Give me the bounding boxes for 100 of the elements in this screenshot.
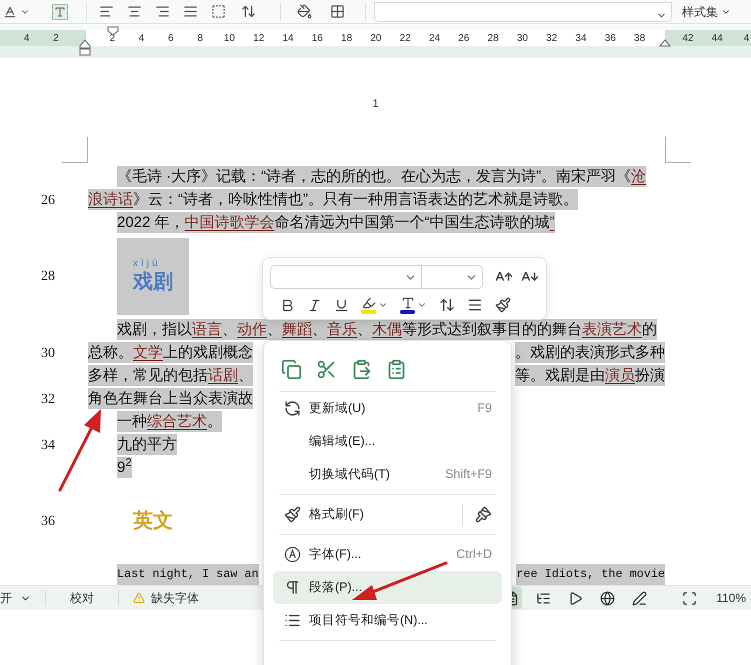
ruler-number: 28 [488, 32, 499, 46]
align-icon[interactable] [467, 297, 483, 313]
hyperlink[interactable]: 语言 [192, 321, 222, 338]
font-color-icon[interactable] [400, 296, 415, 314]
italic-icon[interactable] [307, 298, 322, 312]
paste-icon[interactable] [351, 358, 372, 380]
align-left-icon[interactable] [99, 4, 114, 19]
hyperlink[interactable]: 浪诗话 [88, 191, 133, 208]
shortcut-text: Ctrl+D [456, 546, 492, 564]
ruler-number: 4 [744, 32, 750, 46]
menu-item[interactable]: 切换域代码(T) Shift+F9 [273, 458, 502, 491]
align-center-icon[interactable] [127, 4, 142, 19]
status-button[interactable]: 校对 [46, 590, 119, 606]
paintbrush-icon[interactable] [475, 506, 492, 523]
hyperlink[interactable]: 话剧 [208, 367, 238, 384]
zoom-level: 110% [716, 590, 746, 607]
circled-letter-icon [284, 546, 300, 563]
paintbrush-icon [284, 506, 300, 523]
menu-item-label: 更新域(U) [309, 400, 366, 418]
menu-item-label: 格式刷(F) [309, 506, 364, 524]
menu-item-label: 字体(F)... [309, 546, 362, 564]
copy-icon[interactable] [281, 358, 302, 380]
ruler-number: 30 [516, 32, 528, 46]
ruler-number: 10 [224, 32, 235, 46]
hyperlink[interactable]: 演员 [605, 367, 635, 384]
line-number: 26 [41, 192, 55, 208]
bold-icon[interactable] [280, 298, 295, 312]
shading-icon[interactable] [297, 4, 312, 19]
hyperlink[interactable]: ” [550, 214, 555, 231]
page-number: 1 [372, 97, 379, 112]
font-size-field[interactable] [422, 265, 483, 289]
ruler-number: 20 [370, 32, 382, 46]
line-number: 30 [41, 346, 55, 360]
ruler-number: 26 [458, 32, 470, 46]
line-number: 32 [41, 392, 55, 406]
indent-marker-icon[interactable] [659, 38, 671, 47]
warning-icon [133, 592, 145, 604]
ruler-number: 42 [682, 32, 694, 46]
ruler-number: 18 [341, 32, 352, 46]
justify-icon[interactable] [183, 4, 198, 19]
ruler-number: 34 [575, 32, 587, 46]
align-right-icon[interactable] [155, 4, 170, 19]
underline-icon[interactable] [334, 298, 349, 312]
menu-item[interactable]: 字体(F)... Ctrl+D [273, 538, 502, 571]
ruler-number: 8 [197, 32, 203, 46]
shortcut-text: Shift+F9 [445, 466, 492, 484]
menu-item-label: 段落(P)... [309, 579, 362, 596]
line-number: 36 [41, 514, 55, 529]
cut-icon[interactable] [316, 358, 337, 380]
paste-special-icon[interactable] [386, 358, 407, 380]
hyperlink[interactable]: 综合艺术 [147, 413, 207, 430]
menu-item[interactable]: 格式刷(F) [273, 498, 502, 531]
ruler-number: 4 [24, 32, 30, 46]
refresh-icon [284, 400, 300, 417]
highlighter-icon[interactable] [361, 296, 376, 314]
hyperlink[interactable]: 中国诗歌学会 [184, 214, 275, 231]
menu-item[interactable]: 段落(P)... [273, 571, 502, 604]
ruler-number: 6 [168, 32, 174, 46]
menu-item-label: 项目符号和编号(N)... [309, 612, 428, 630]
page-corner-mark [665, 137, 691, 163]
ruler-number: 32 [546, 32, 558, 46]
text-box-icon[interactable] [211, 4, 226, 19]
hyperlink[interactable]: 表演艺术 [582, 321, 642, 338]
hyperlink[interactable]: 沧 [631, 168, 646, 185]
line-number: 34 [41, 438, 55, 452]
page-corner-mark [62, 137, 88, 163]
hyperlink[interactable]: 文学 [133, 344, 163, 361]
ruler-number: 22 [400, 32, 411, 46]
text-effect-icon[interactable] [52, 4, 68, 20]
missing-font-button[interactable]: 缺失字体 [119, 589, 213, 607]
heading-text: 英文 [133, 508, 173, 534]
ruler-number: 14 [282, 32, 294, 46]
borders-icon[interactable] [330, 4, 345, 19]
hyperlink[interactable]: 音乐 [327, 321, 357, 338]
shortcut-text: F9 [477, 400, 492, 418]
ruler-number: 2 [53, 32, 59, 46]
ruler-number: 12 [253, 32, 264, 46]
paintbrush-icon[interactable] [495, 297, 511, 313]
menu-item-label: 切换域代码(T) [309, 466, 390, 484]
tab-marker-icon[interactable] [107, 26, 119, 36]
hyperlink[interactable]: 舞蹈 [282, 321, 312, 338]
menu-item[interactable]: 编辑域(E)... [273, 425, 502, 458]
ruler-number: 44 [712, 32, 723, 46]
font-name-field[interactable] [270, 265, 422, 289]
bullet-list-icon [284, 612, 300, 629]
hyperlink[interactable]: 木偶 [372, 321, 402, 338]
line-number: 28 [41, 269, 55, 284]
pinyin-annotation: xìjù [133, 258, 161, 268]
ruler-number: 4 [138, 32, 144, 46]
ruler-number: 38 [634, 32, 646, 46]
menu-item[interactable]: 项目符号和编号(N)... [273, 604, 502, 637]
ruler-number: 36 [604, 32, 616, 46]
menu-item[interactable]: 更新域(U) F9 [273, 392, 502, 425]
line-spacing-icon[interactable] [241, 4, 256, 19]
hyperlink[interactable]: 动作 [237, 321, 267, 338]
line-spacing-icon[interactable] [439, 297, 455, 313]
style-set-button[interactable]: 样式集 [682, 2, 731, 20]
ruler-number: 16 [312, 32, 323, 46]
status-dropdown[interactable]: 开 [0, 590, 46, 606]
ruler-number: 24 [428, 32, 440, 46]
